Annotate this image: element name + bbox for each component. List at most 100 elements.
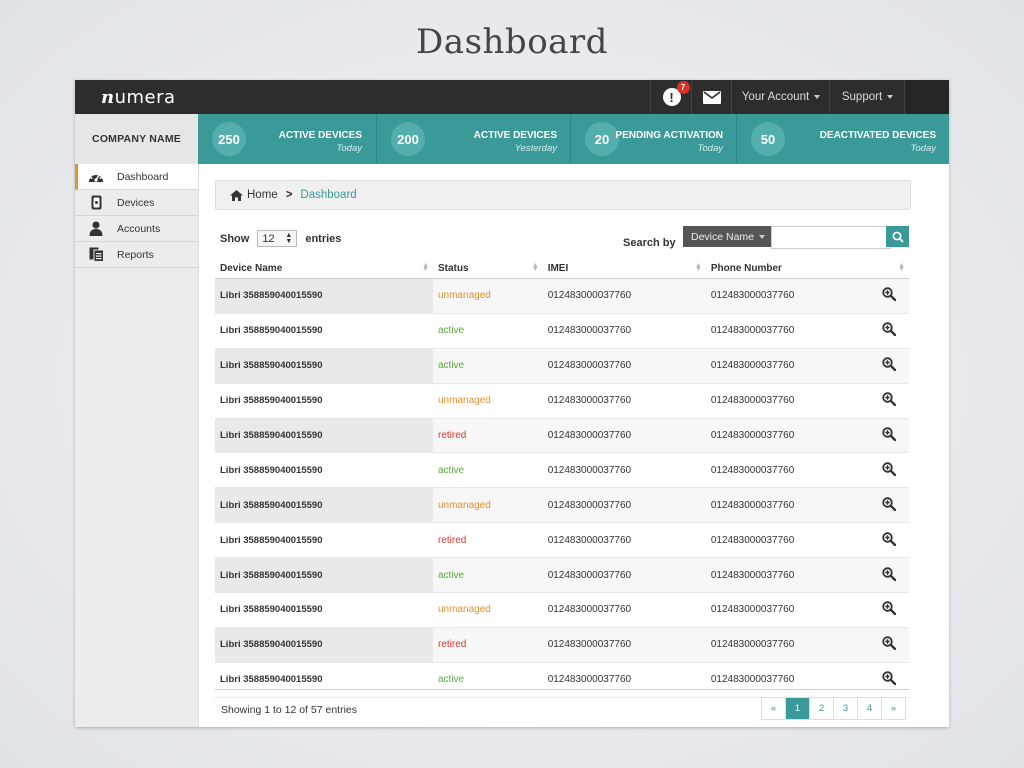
view-device-button[interactable] [869, 348, 909, 384]
numera-logo[interactable]: numera [101, 87, 176, 108]
zoom-in-icon [882, 287, 897, 302]
view-device-button[interactable] [869, 313, 909, 349]
stat-active-today[interactable]: 250 ACTIVE DEVICES Today [198, 114, 376, 164]
status-cell: active [433, 348, 543, 384]
device-name-cell: Libri 358859040015590 [215, 627, 433, 663]
pagination-page-3[interactable]: 3 [833, 698, 857, 719]
breadcrumb-separator-icon: > [285, 189, 293, 201]
zoom-in-icon [882, 566, 897, 581]
search-button[interactable] [886, 226, 909, 247]
table-row[interactable]: Libri 358859040015590 active 0124830000377… [215, 557, 909, 594]
stat-value: 50 [751, 122, 785, 156]
search-field-dropdown[interactable]: Device Name [683, 226, 771, 247]
view-device-button[interactable] [869, 487, 909, 524]
messages-button[interactable] [691, 80, 732, 114]
zoom-in-icon [882, 392, 897, 407]
alerts-button[interactable]: ! 7 [650, 80, 692, 114]
sidebar-item-accounts[interactable]: Accounts [75, 216, 198, 242]
page-length-select[interactable]: 12 ▲ ▼ [257, 230, 298, 247]
view-device-button[interactable] [869, 418, 909, 454]
imei-cell: 012483000037760 [542, 418, 706, 454]
view-device-button[interactable] [869, 592, 909, 628]
view-device-button[interactable] [869, 383, 909, 419]
status-cell: active [433, 557, 543, 594]
support-label: Support [841, 91, 883, 103]
table-row[interactable]: Libri 358859040015590 retired 012483000037… [215, 418, 909, 454]
device-name-cell: Libri 358859040015590 [215, 592, 433, 628]
pagination-page-2[interactable]: 2 [809, 698, 833, 719]
search-input[interactable] [771, 226, 891, 249]
slide-title: Dashboard [416, 22, 608, 62]
status-cell: retired [433, 418, 543, 454]
table-row[interactable]: Libri 358859040015590 unmanaged 0124830000… [215, 487, 909, 524]
view-device-button[interactable] [869, 278, 909, 314]
breadcrumb-home[interactable]: Home [230, 189, 278, 201]
status-cell: unmanaged [433, 383, 543, 419]
stat-pending-activation[interactable]: 20 PENDING ACTIVATION Today [570, 114, 737, 164]
sidebar-item-reports[interactable]: Reports [75, 242, 198, 268]
column-header-imei[interactable]: IMEI ▲ ▼ [542, 258, 706, 279]
pagination-next[interactable]: » [881, 698, 905, 719]
table-row[interactable]: Libri 358859040015590 active 0124830000377… [215, 452, 909, 489]
mail-icon [703, 90, 721, 104]
zoom-in-icon [882, 462, 897, 477]
table-row[interactable]: Libri 358859040015590 active 0124830000377… [215, 348, 909, 384]
zoom-in-icon [882, 601, 897, 616]
show-label: Show [220, 232, 250, 245]
support-menu[interactable]: Support [829, 80, 905, 114]
sidebar-item-devices[interactable]: Devices [75, 190, 198, 216]
account-menu[interactable]: Your Account [731, 80, 830, 114]
table-row[interactable]: Libri 358859040015590 unmanaged 0124830000… [215, 592, 909, 628]
status-cell: active [433, 662, 543, 698]
view-device-button[interactable] [869, 452, 909, 489]
imei-cell: 012483000037760 [542, 592, 706, 628]
phone-number-cell: 012483000037760 [705, 278, 869, 314]
stat-deactivated[interactable]: 50 DEACTIVATED DEVICES Today [736, 114, 949, 164]
table-row[interactable]: Libri 358859040015590 unmanaged 0124830000… [215, 383, 909, 419]
sidebar-item-label: Reports [117, 248, 154, 261]
search-label: Search by [623, 237, 676, 249]
home-icon [230, 189, 243, 201]
view-device-button[interactable] [869, 522, 909, 559]
column-header-phone-number[interactable]: Phone Number [705, 258, 869, 279]
chevron-down-icon [759, 234, 766, 239]
entries-label: entries [305, 232, 342, 245]
table-row[interactable]: Libri 358859040015590 retired 012483000037… [215, 522, 909, 559]
dashboard-icon [88, 169, 104, 185]
table-row[interactable]: Libri 358859040015590 active 0124830000377… [215, 662, 909, 698]
stat-label: ACTIVE DEVICES [473, 130, 557, 141]
phone-number-cell: 012483000037760 [705, 383, 869, 419]
sidebar-item-dashboard[interactable]: Dashboard [75, 164, 198, 190]
breadcrumb: Home > Dashboard [215, 180, 911, 210]
stat-active-yesterday[interactable]: 200 ACTIVE DEVICES Yesterday [376, 114, 571, 164]
view-device-button[interactable] [869, 557, 909, 594]
table-row[interactable]: Libri 358859040015590 retired 012483000037… [215, 627, 909, 663]
view-device-button[interactable] [869, 662, 909, 698]
chevron-down-icon [887, 95, 894, 99]
pagination-page-1[interactable]: 1 [785, 698, 809, 719]
table-row[interactable]: Libri 358859040015590 active 0124830000377… [215, 313, 909, 349]
phone-number-cell: 012483000037760 [705, 452, 869, 489]
device-icon [88, 195, 104, 211]
phone-number-cell: 012483000037760 [705, 313, 869, 349]
sidebar-item-label: Dashboard [117, 170, 169, 183]
device-name-cell: Libri 358859040015590 [215, 487, 433, 524]
zoom-in-icon [882, 671, 897, 686]
view-device-button[interactable] [869, 627, 909, 663]
status-cell: active [433, 452, 543, 489]
pagination-page-4[interactable]: 4 [857, 698, 881, 719]
table-row[interactable]: Libri 358859040015590 unmanaged 0124830000… [215, 278, 909, 314]
sort-icon: ▲ ▼ [422, 262, 429, 273]
column-header-status[interactable]: Status ▲ ▼ [433, 258, 543, 279]
chevron-down-icon [814, 95, 821, 99]
sidebar: Dashboard Devices Accounts Reports [75, 164, 199, 727]
column-header-actions: ▲ ▼ [869, 258, 909, 279]
pagination-prev[interactable]: « [762, 698, 785, 719]
status-cell: retired [433, 627, 543, 663]
column-header-device-name[interactable]: Device Name ▲ ▼ [215, 258, 433, 279]
phone-number-cell: 012483000037760 [705, 662, 869, 698]
stat-period: Today [697, 143, 723, 154]
zoom-in-icon [882, 357, 897, 372]
status-cell: active [433, 313, 543, 349]
device-name-cell: Libri 358859040015590 [215, 452, 433, 489]
